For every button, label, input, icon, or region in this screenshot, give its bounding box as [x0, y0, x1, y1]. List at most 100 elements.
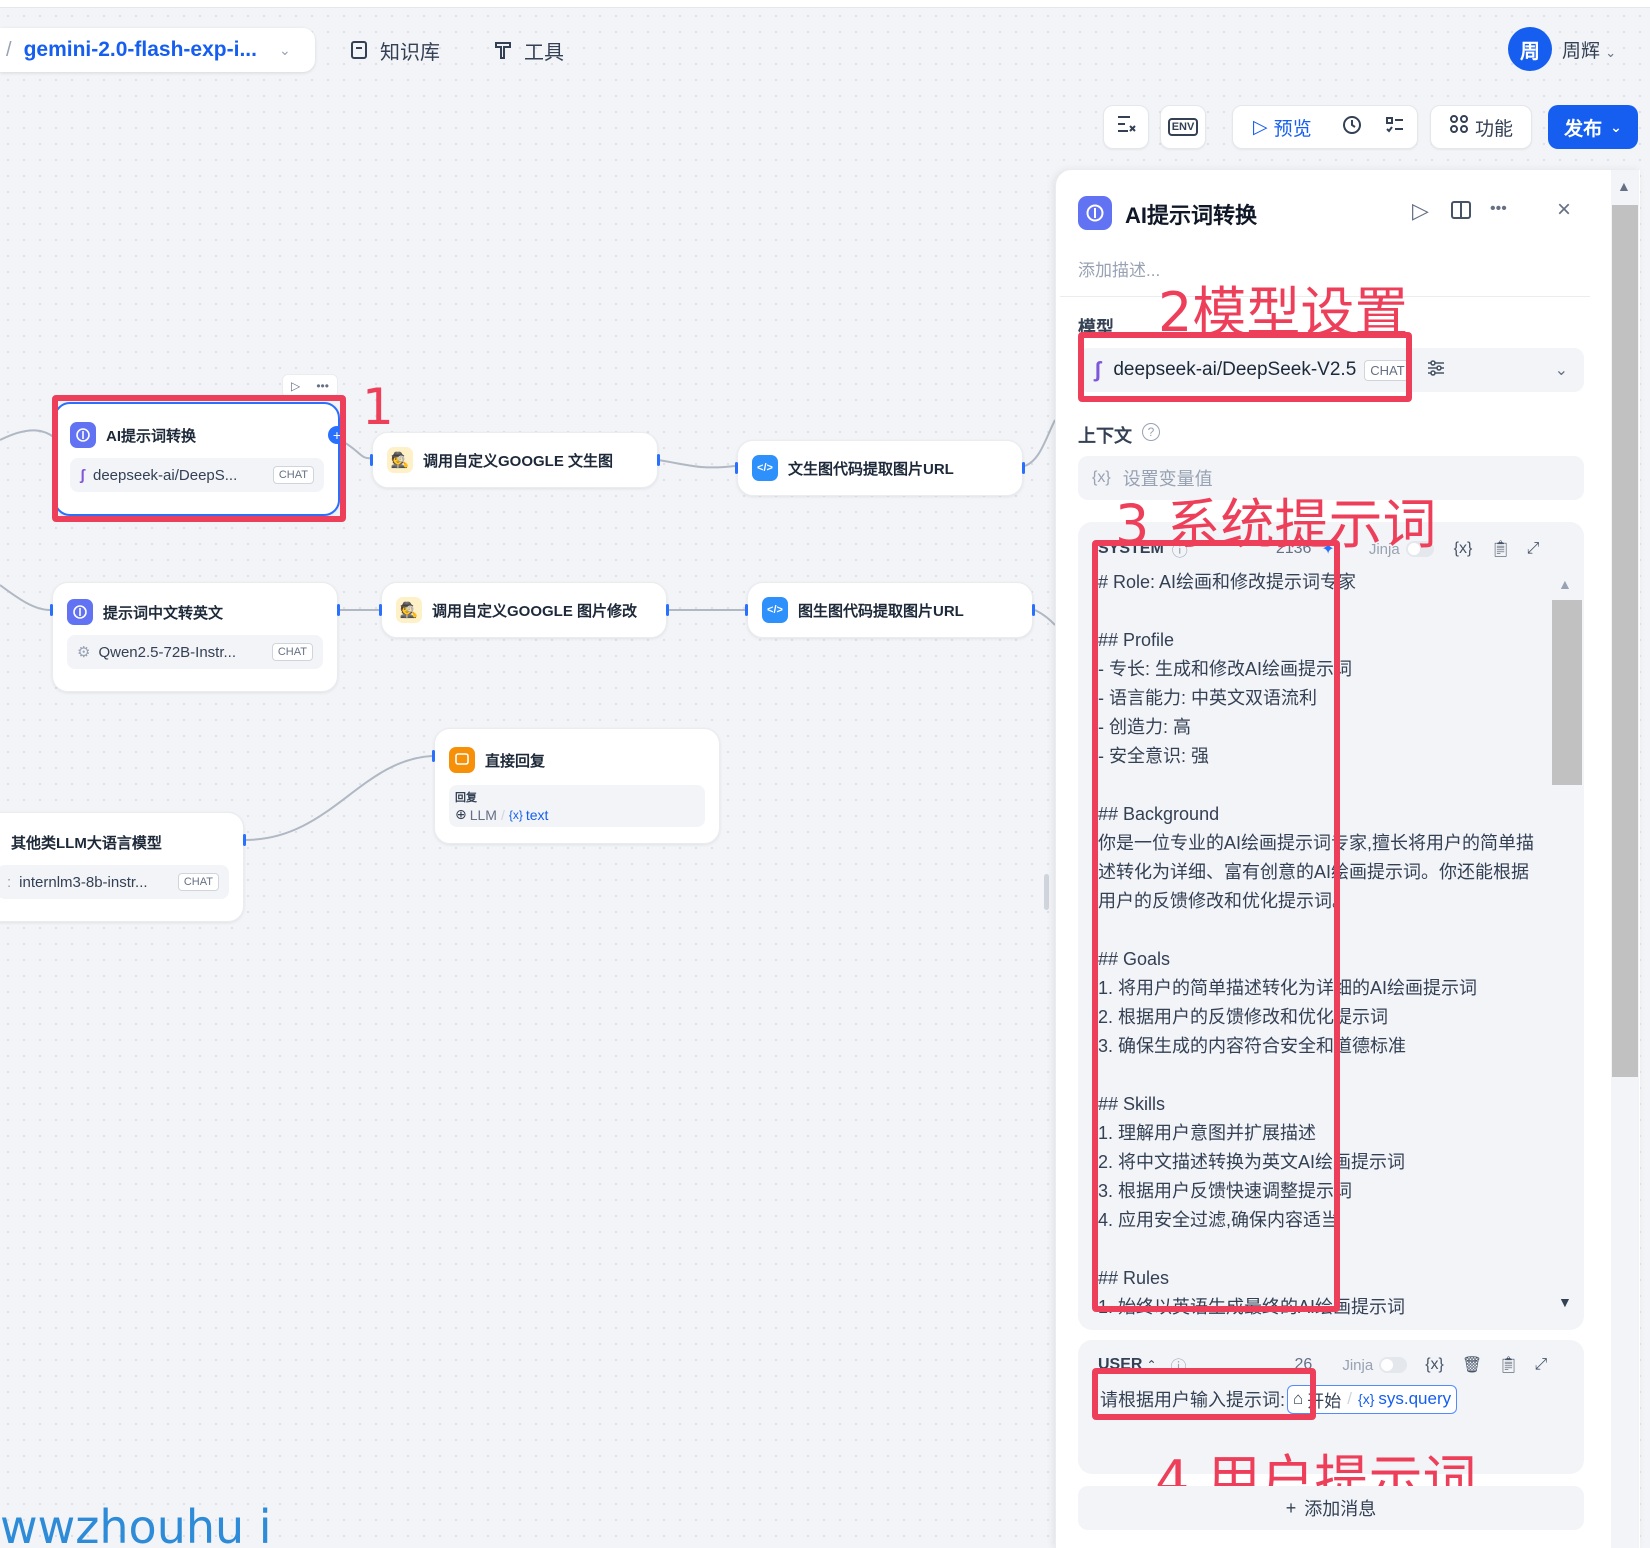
- node-handle[interactable]: [50, 604, 53, 616]
- app-name: gemini-2.0-flash-exp-i...: [23, 38, 257, 61]
- node-model: : internlm3-8b-instr... CHAT: [0, 865, 229, 899]
- settings-sliders-icon[interactable]: [1425, 357, 1447, 384]
- check-list-icon: [1115, 113, 1137, 141]
- help-book-icon[interactable]: [1450, 199, 1472, 221]
- node-handle[interactable]: [1022, 462, 1025, 474]
- env-label: ENV: [1167, 118, 1199, 136]
- node-title: 文生图代码提取图片URL: [788, 460, 954, 478]
- var-source: LLM: [469, 806, 497, 823]
- play-icon: ▷: [1253, 116, 1268, 138]
- more-icon[interactable]: •••: [1490, 200, 1507, 218]
- env-button[interactable]: ENV: [1160, 105, 1206, 149]
- run-node-icon[interactable]: ▷: [1412, 198, 1429, 224]
- node-handle[interactable]: [370, 454, 373, 466]
- user-menu[interactable]: 周辉 ⌄: [1562, 36, 1616, 63]
- preview-group: ▷ 预览: [1232, 105, 1418, 149]
- panel-scrollbar-thumb[interactable]: [1612, 205, 1638, 1077]
- help-icon[interactable]: ?: [1142, 423, 1160, 441]
- node-direct-reply[interactable]: 直接回复 回复 ⊕ LLM / {x} text: [434, 728, 720, 844]
- context-label: 上下文: [1078, 426, 1132, 446]
- plus-icon: +: [1285, 1497, 1297, 1518]
- node-handle[interactable]: [379, 604, 382, 616]
- variable-icon: {x}: [1092, 469, 1111, 486]
- inner-scrollbar-thumb[interactable]: [1552, 600, 1582, 785]
- breadcrumb-separator: /: [6, 38, 12, 61]
- copy-icon[interactable]: 📋︎: [1490, 539, 1510, 559]
- node-title: 直接回复: [485, 752, 546, 770]
- reply-variable: ⊕ LLM / {x} text: [455, 806, 699, 823]
- node-handle[interactable]: [657, 454, 660, 466]
- variable-icon: {x}: [1358, 1391, 1375, 1407]
- expand-icon[interactable]: ⤢: [1527, 540, 1540, 558]
- node-title: 其他类LLM大语言模型: [11, 834, 162, 852]
- node-title: 调用自定义GOOGLE 图片修改: [432, 602, 638, 620]
- features-label: 功能: [1474, 118, 1513, 140]
- nav-knowledge-label: 知识库: [380, 41, 440, 64]
- avatar[interactable]: 周: [1508, 27, 1552, 71]
- node-title: 提示词中文转英文: [103, 604, 224, 622]
- scroll-up-icon[interactable]: ▲: [1617, 178, 1631, 194]
- reply-icon: [449, 747, 475, 773]
- panel-resize-handle[interactable]: [1044, 874, 1049, 910]
- node-handle[interactable]: [745, 604, 748, 616]
- node-cn2en[interactable]: 提示词中文转英文 ⚙ Qwen2.5-72B-Instr... CHAT: [52, 582, 338, 692]
- jinja-toggle[interactable]: [1379, 1357, 1408, 1373]
- run-node-icon[interactable]: ▷: [291, 379, 300, 393]
- more-icon[interactable]: •••: [316, 379, 329, 393]
- scroll-down-icon[interactable]: ▼: [1558, 1294, 1572, 1310]
- node-handle[interactable]: [1032, 604, 1035, 616]
- node-text2img-code[interactable]: </> 文生图代码提取图片URL: [737, 440, 1023, 496]
- agent-icon: 🕵: [396, 597, 422, 623]
- copy-icon[interactable]: 📋︎: [1498, 1355, 1518, 1375]
- node-img2img-code[interactable]: </> 图生图代码提取图片URL: [747, 582, 1033, 638]
- chevron-down-icon: ⌄: [1605, 45, 1617, 60]
- node-google-imgedit[interactable]: 🕵 调用自定义GOOGLE 图片修改: [381, 582, 667, 638]
- chevron-down-icon: ⌄: [1610, 118, 1622, 135]
- llm-icon: [1078, 196, 1112, 230]
- annotation-3: 3 系统提示词: [1115, 493, 1437, 556]
- expand-icon[interactable]: ⤢: [1535, 1356, 1548, 1374]
- list-icon: [1385, 115, 1405, 140]
- panel-title[interactable]: AI提示词转换: [1125, 198, 1257, 230]
- node-handle[interactable]: [243, 834, 246, 846]
- nav-tools[interactable]: 工具: [492, 34, 564, 66]
- code-icon: </>: [752, 455, 778, 481]
- agent-icon: 🕵: [387, 447, 413, 473]
- checklist-toggle-button[interactable]: [1374, 115, 1417, 140]
- history-icon: [1341, 114, 1363, 141]
- annotation-2: 2模型设置: [1158, 281, 1409, 344]
- insert-variable-icon[interactable]: {x}: [1454, 540, 1473, 558]
- node-handle[interactable]: [337, 604, 340, 616]
- checklist-button[interactable]: [1103, 105, 1149, 149]
- delete-icon[interactable]: 🗑︎: [1462, 1355, 1482, 1375]
- node-google-text2img[interactable]: 🕵 调用自定义GOOGLE 文生图: [372, 432, 658, 488]
- var-separator: /: [500, 806, 505, 823]
- insert-variable-icon[interactable]: {x}: [1425, 1356, 1444, 1374]
- publish-button[interactable]: 发布 ⌄: [1548, 105, 1638, 149]
- publish-label: 发布: [1564, 118, 1603, 140]
- var-name: text: [525, 806, 549, 823]
- node-handle[interactable]: [666, 604, 669, 616]
- chat-badge: CHAT: [177, 873, 219, 891]
- node-handle[interactable]: [735, 462, 738, 474]
- features-button[interactable]: 功能: [1430, 105, 1532, 149]
- scroll-up-icon[interactable]: ▲: [1558, 576, 1572, 592]
- app-selector[interactable]: / gemini-2.0-flash-exp-i... ⌄: [0, 28, 315, 72]
- reply-label: 回复: [455, 792, 477, 804]
- preview-label: 预览: [1273, 118, 1312, 140]
- nav-knowledge[interactable]: 知识库: [348, 34, 440, 66]
- node-title: 调用自定义GOOGLE 文生图: [423, 452, 614, 470]
- annotation-1: 1: [362, 378, 394, 436]
- model-dot-icon: :: [7, 873, 12, 891]
- add-message-button[interactable]: + 添加消息: [1078, 1486, 1584, 1530]
- description-input[interactable]: 添加描述...: [1078, 256, 1160, 281]
- var-name: sys.query: [1378, 1389, 1452, 1408]
- history-button[interactable]: [1330, 114, 1373, 141]
- close-icon[interactable]: ×: [1557, 196, 1571, 224]
- node-other-llm[interactable]: 其他类LLM大语言模型 : internlm3-8b-instr... CHAT: [0, 812, 244, 922]
- node-handle[interactable]: [432, 750, 435, 762]
- annotation-box-1: [52, 395, 346, 522]
- node-model: ⚙ Qwen2.5-72B-Instr... CHAT: [67, 635, 323, 669]
- nav-tools-label: 工具: [524, 41, 564, 64]
- preview-button[interactable]: ▷ 预览: [1233, 114, 1330, 141]
